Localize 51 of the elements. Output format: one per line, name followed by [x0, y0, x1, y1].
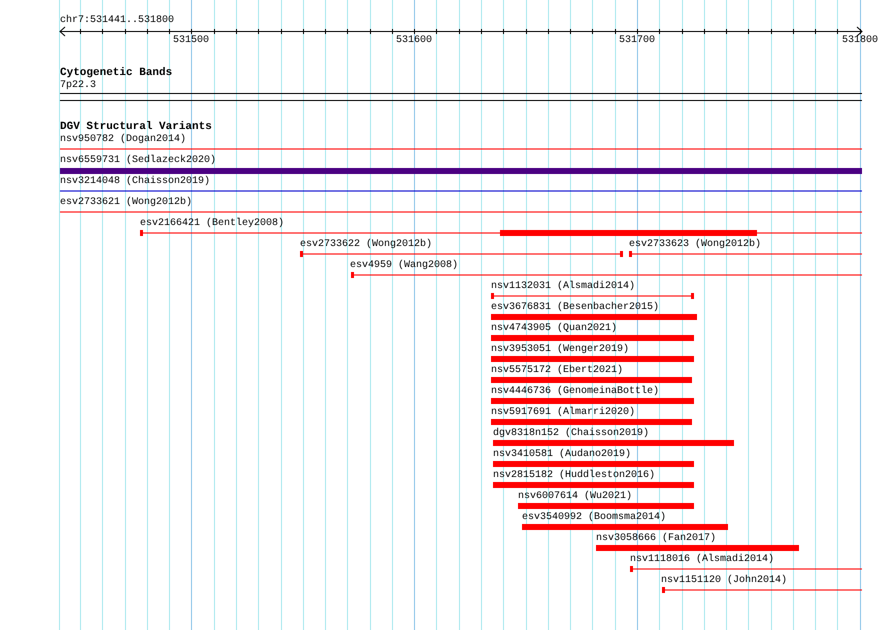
position-label: 531600 — [396, 36, 432, 46]
variant-label: esv4959 (Wang2008) — [350, 261, 458, 271]
variant-label: esv2733623 (Wong2012b) — [629, 240, 762, 250]
variant-label: nsv5575172 (Ebert2021) — [491, 366, 624, 376]
variant-bar[interactable] — [491, 377, 692, 383]
variant-bar[interactable] — [493, 440, 734, 446]
position-label: 531500 — [173, 36, 209, 46]
variant-label: nsv2815182 (Huddleston2016) — [493, 471, 656, 481]
variant-bar[interactable] — [518, 503, 694, 509]
position-label: 531700 — [619, 36, 655, 46]
variant-label: nsv4743905 (Quan2021) — [491, 324, 618, 334]
variant-bar[interactable] — [60, 168, 862, 174]
variant-label: dgv8318n152 (Chaisson2019) — [493, 429, 650, 439]
variant-bar[interactable] — [491, 314, 697, 320]
variant-label: nsv3058666 (Fan2017) — [596, 534, 716, 544]
variant-bar[interactable] — [491, 419, 692, 425]
variant-bar[interactable] — [596, 545, 799, 551]
variant-label: nsv5917691 (Almarri2020) — [491, 408, 636, 418]
variant-bar[interactable] — [491, 356, 694, 362]
variant-label: nsv4446736 (GenomeinaBottle) — [491, 387, 660, 397]
variant-span[interactable] — [491, 293, 694, 299]
variant-span[interactable] — [630, 566, 862, 572]
variant-label: nsv1118016 (Alsmadi2014) — [630, 555, 774, 565]
variant-label: nsv1151120 (John2014) — [661, 576, 788, 586]
variant-span[interactable] — [140, 230, 862, 236]
variant-label: esv2166421 (Bentley2008) — [140, 219, 284, 229]
variant-span[interactable] — [662, 587, 862, 593]
variant-label: nsv3953051 (Wenger2019) — [491, 345, 630, 355]
variant-label: nsv6559731 (Sedlazeck2020) — [60, 156, 216, 166]
variant-span[interactable] — [629, 251, 862, 257]
variant-span[interactable] — [300, 251, 623, 257]
variant-label: nsv6007614 (Wu2021) — [518, 492, 632, 502]
variant-label: esv3676831 (Besenbacher2015) — [491, 303, 660, 313]
variant-label: nsv950782 (Dogan2014) — [60, 135, 186, 145]
track-title: Cytogenetic Bands — [60, 68, 172, 79]
variant-bar[interactable] — [522, 524, 728, 530]
variant-bar[interactable] — [493, 482, 694, 488]
region-label: chr7:531441..531800 — [60, 16, 174, 26]
variant-label: nsv1132031 (Alsmadi2014) — [491, 282, 636, 292]
variant-bar[interactable] — [491, 398, 694, 404]
variant-label: esv2733621 (Wong2012b) — [60, 198, 192, 208]
variant-label: esv3540992 (Boomsma2014) — [522, 513, 666, 523]
band-label: 7p22.3 — [60, 81, 96, 91]
variant-label: nsv3214048 (Chaisson2019) — [60, 177, 210, 187]
variant-label: esv2733622 (Wong2012b) — [300, 240, 432, 250]
variant-label: nsv3410581 (Audano2019) — [493, 450, 632, 460]
track-title: DGV Structural Variants — [60, 122, 212, 133]
position-label: 531800 — [842, 36, 878, 46]
variant-bar[interactable] — [493, 461, 694, 467]
variant-span[interactable] — [351, 272, 862, 278]
variant-bar[interactable] — [491, 335, 694, 341]
